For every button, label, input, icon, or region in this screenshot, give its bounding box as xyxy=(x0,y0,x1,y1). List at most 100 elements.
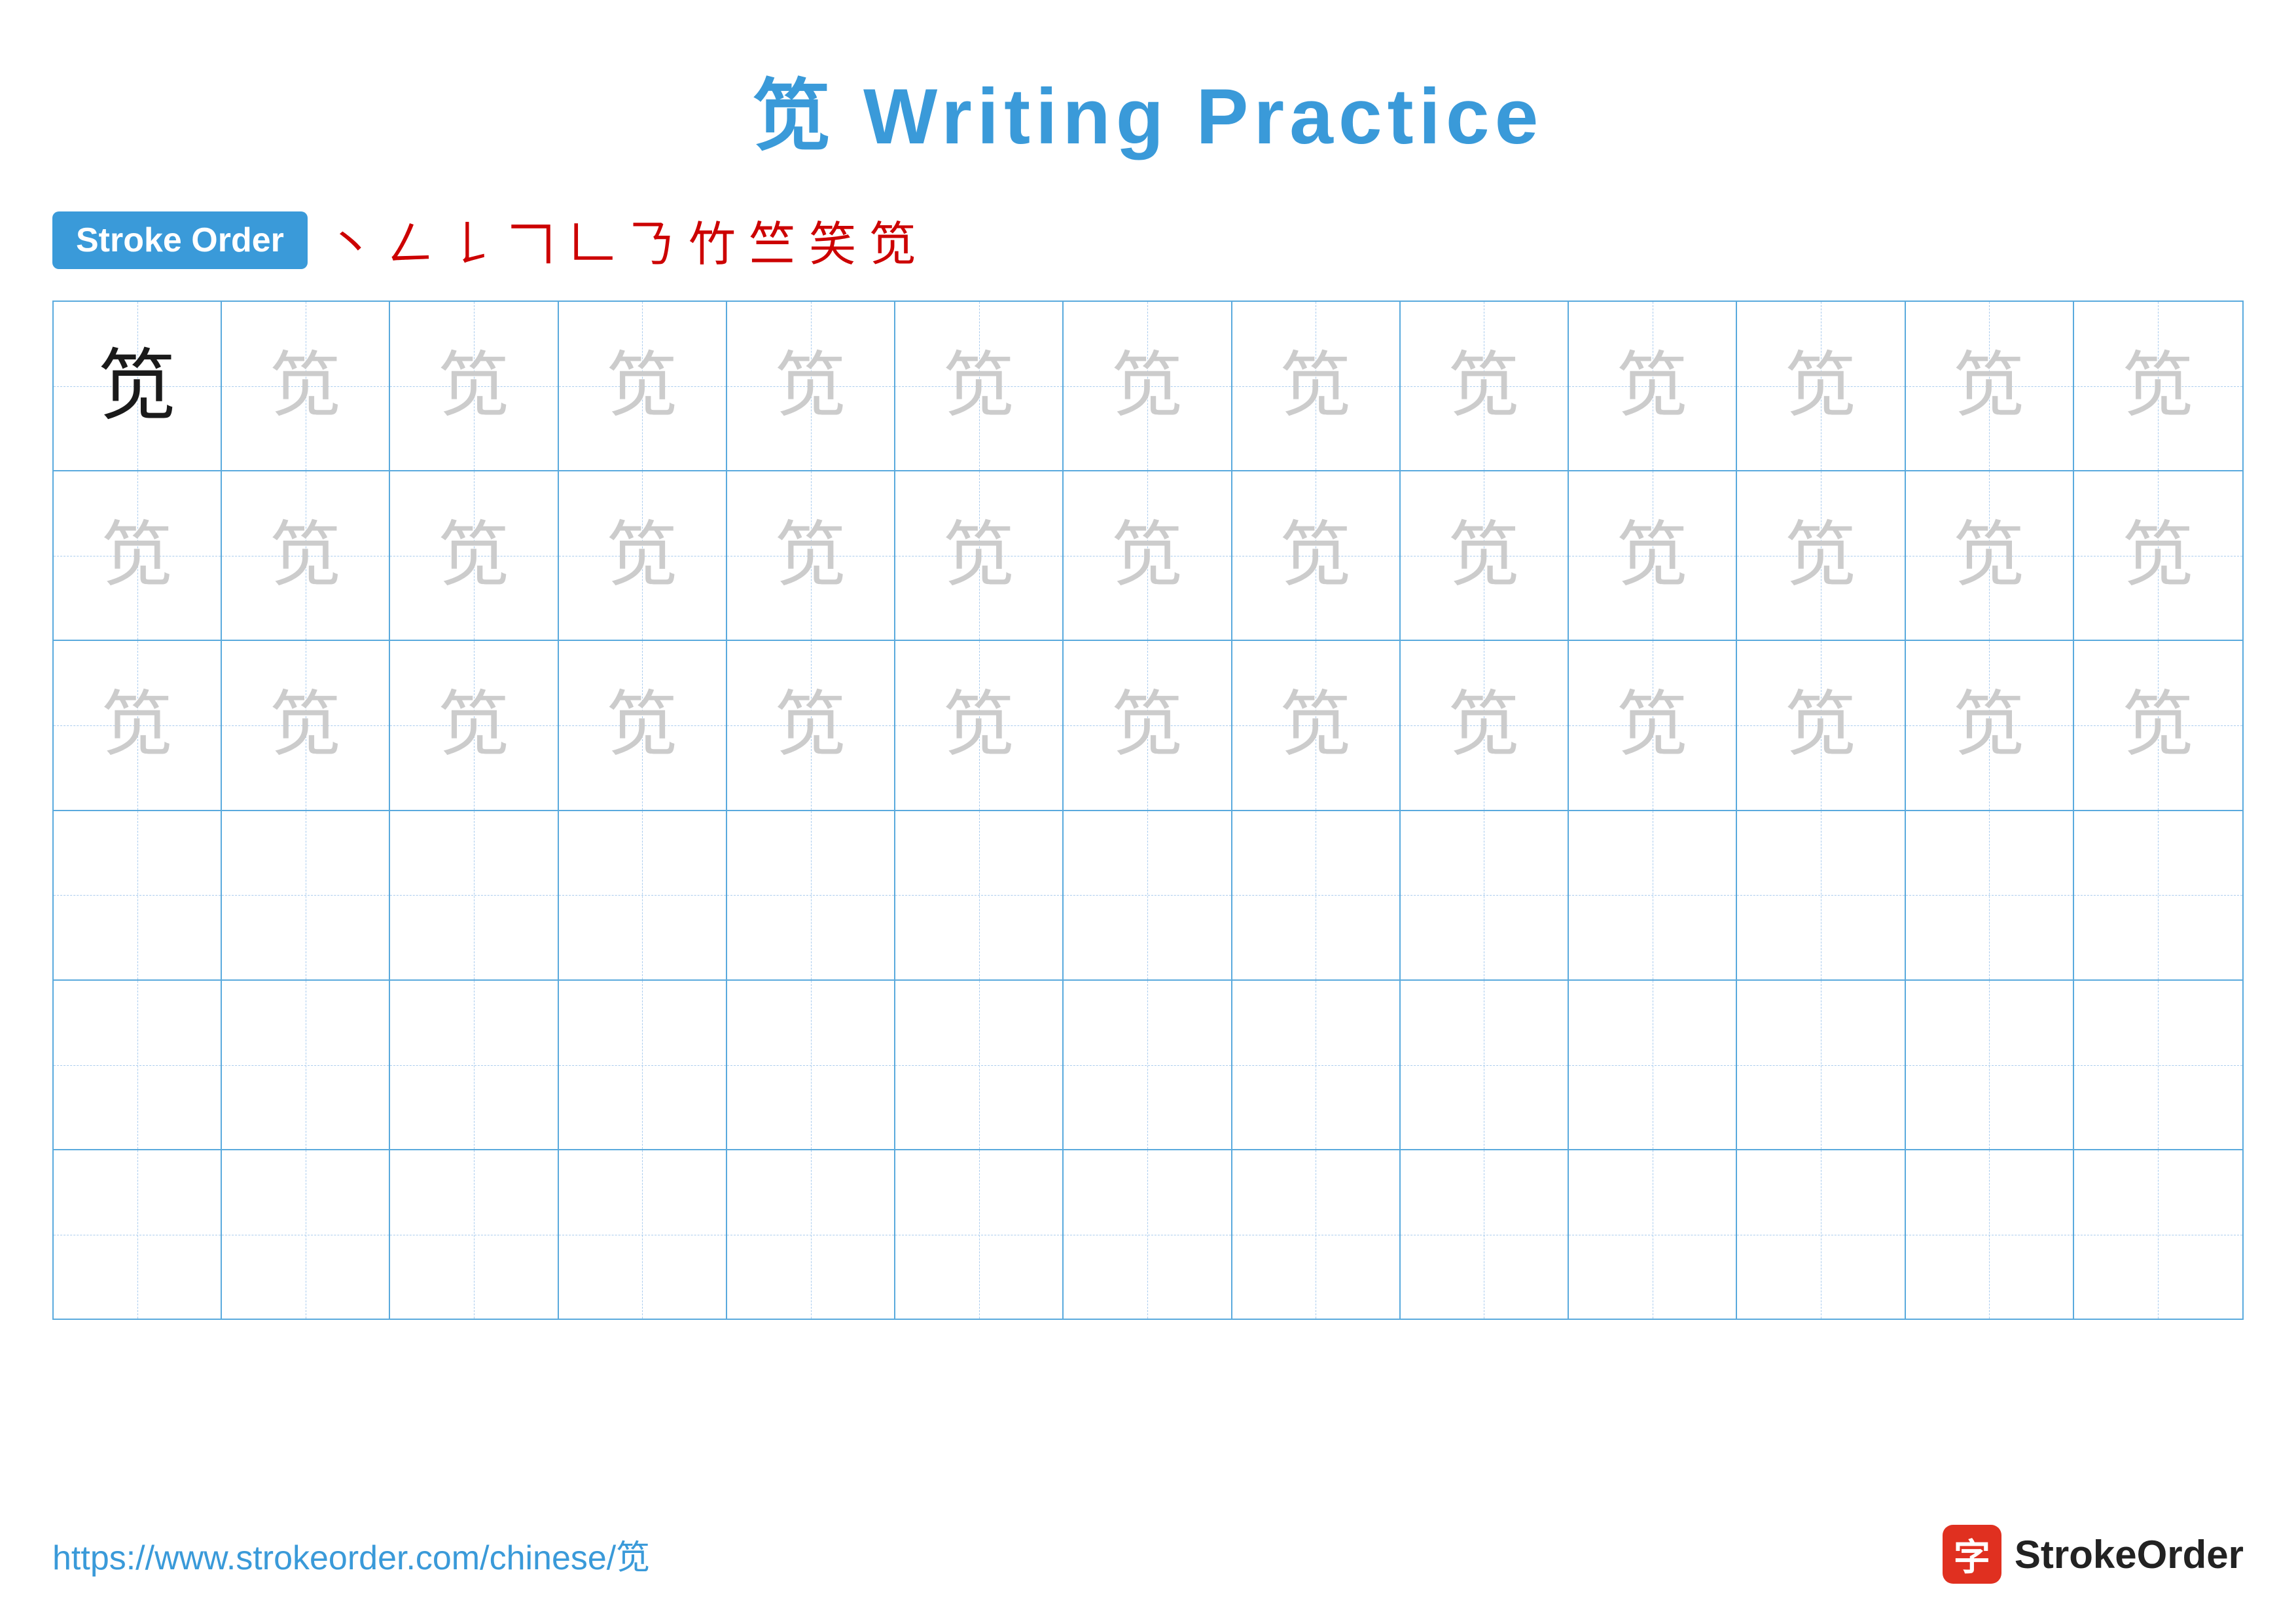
grid-cell-5-11[interactable] xyxy=(1737,981,1905,1149)
grid-cell-6-9[interactable] xyxy=(1401,1150,1569,1319)
grid-cell-5-8[interactable] xyxy=(1232,981,1401,1149)
grid-cell-3-2[interactable]: 笕 xyxy=(222,641,390,809)
grid-cell-2-12[interactable]: 笕 xyxy=(1906,471,2074,640)
grid-cell-4-13[interactable] xyxy=(2074,811,2242,979)
grid-cell-6-5[interactable] xyxy=(727,1150,895,1319)
grid-cell-3-1[interactable]: 笕 xyxy=(54,641,222,809)
grid-cell-1-10[interactable]: 笕 xyxy=(1569,302,1737,470)
grid-cell-2-11[interactable]: 笕 xyxy=(1737,471,1905,640)
grid-cell-3-4[interactable]: 笕 xyxy=(559,641,727,809)
char-light: 笕 xyxy=(1617,689,1689,761)
grid-cell-1-7[interactable]: 笕 xyxy=(1064,302,1232,470)
grid-row-4 xyxy=(54,811,2242,981)
grid-cell-5-9[interactable] xyxy=(1401,981,1569,1149)
char-light: 笕 xyxy=(1953,350,2025,422)
grid-cell-4-12[interactable] xyxy=(1906,811,2074,979)
grid-cell-2-8[interactable]: 笕 xyxy=(1232,471,1401,640)
grid-cell-6-7[interactable] xyxy=(1064,1150,1232,1319)
grid-cell-2-2[interactable]: 笕 xyxy=(222,471,390,640)
grid-cell-3-8[interactable]: 笕 xyxy=(1232,641,1401,809)
grid-cell-5-1[interactable] xyxy=(54,981,222,1149)
grid-cell-4-3[interactable] xyxy=(390,811,558,979)
grid-cell-5-2[interactable] xyxy=(222,981,390,1149)
grid-cell-5-6[interactable] xyxy=(895,981,1064,1149)
grid-cell-6-11[interactable] xyxy=(1737,1150,1905,1319)
grid-row-5 xyxy=(54,981,2242,1150)
grid-cell-1-4[interactable]: 笕 xyxy=(559,302,727,470)
grid-cell-3-5[interactable]: 笕 xyxy=(727,641,895,809)
grid-cell-6-1[interactable] xyxy=(54,1150,222,1319)
grid-cell-5-13[interactable] xyxy=(2074,981,2242,1149)
grid-cell-3-11[interactable]: 笕 xyxy=(1737,641,1905,809)
char-light: 笕 xyxy=(606,520,678,592)
grid-cell-1-13[interactable]: 笕 xyxy=(2074,302,2242,470)
char-light: 笕 xyxy=(1280,350,1352,422)
char-light: 笕 xyxy=(2122,689,2194,761)
stroke-chars: 丶 𠃋 𠄌 𠃍 𠃊 𠄎 竹 竺 笑 笕 xyxy=(327,206,916,274)
grid-cell-5-4[interactable] xyxy=(559,981,727,1149)
grid-cell-4-11[interactable] xyxy=(1737,811,1905,979)
grid-cell-1-5[interactable]: 笕 xyxy=(727,302,895,470)
grid-cell-3-9[interactable]: 笕 xyxy=(1401,641,1569,809)
grid-cell-6-10[interactable] xyxy=(1569,1150,1737,1319)
grid-cell-6-13[interactable] xyxy=(2074,1150,2242,1319)
stroke-2: 𠃋 xyxy=(387,206,435,274)
grid-cell-4-4[interactable] xyxy=(559,811,727,979)
grid-cell-1-3[interactable]: 笕 xyxy=(390,302,558,470)
grid-cell-1-6[interactable]: 笕 xyxy=(895,302,1064,470)
char-light: 笕 xyxy=(775,520,847,592)
grid-cell-1-1[interactable]: 笕 xyxy=(54,302,222,470)
char-light: 笕 xyxy=(1617,520,1689,592)
grid-cell-4-10[interactable] xyxy=(1569,811,1737,979)
grid-cell-5-10[interactable] xyxy=(1569,981,1737,1149)
grid-cell-3-3[interactable]: 笕 xyxy=(390,641,558,809)
grid-cell-1-12[interactable]: 笕 xyxy=(1906,302,2074,470)
grid-cell-5-5[interactable] xyxy=(727,981,895,1149)
grid-cell-2-10[interactable]: 笕 xyxy=(1569,471,1737,640)
grid-cell-6-8[interactable] xyxy=(1232,1150,1401,1319)
char-light: 笕 xyxy=(270,520,342,592)
stroke-order-badge: Stroke Order xyxy=(52,211,308,269)
char-light: 笕 xyxy=(438,350,510,422)
grid-cell-4-6[interactable] xyxy=(895,811,1064,979)
char-light: 笕 xyxy=(943,350,1015,422)
grid-cell-6-12[interactable] xyxy=(1906,1150,2074,1319)
grid-cell-6-6[interactable] xyxy=(895,1150,1064,1319)
grid-cell-6-4[interactable] xyxy=(559,1150,727,1319)
grid-cell-5-12[interactable] xyxy=(1906,981,2074,1149)
grid-cell-2-9[interactable]: 笕 xyxy=(1401,471,1569,640)
grid-cell-5-3[interactable] xyxy=(390,981,558,1149)
grid-cell-4-9[interactable] xyxy=(1401,811,1569,979)
footer-url[interactable]: https://www.strokeorder.com/chinese/笕 xyxy=(52,1530,650,1579)
grid-cell-2-6[interactable]: 笕 xyxy=(895,471,1064,640)
grid-cell-4-7[interactable] xyxy=(1064,811,1232,979)
grid-cell-5-7[interactable] xyxy=(1064,981,1232,1149)
grid-cell-2-7[interactable]: 笕 xyxy=(1064,471,1232,640)
grid-cell-6-3[interactable] xyxy=(390,1150,558,1319)
grid-cell-3-7[interactable]: 笕 xyxy=(1064,641,1232,809)
grid-cell-2-13[interactable]: 笕 xyxy=(2074,471,2242,640)
grid-cell-2-4[interactable]: 笕 xyxy=(559,471,727,640)
grid-cell-6-2[interactable] xyxy=(222,1150,390,1319)
grid-cell-4-5[interactable] xyxy=(727,811,895,979)
stroke-7: 竹 xyxy=(689,206,736,274)
char-light: 笕 xyxy=(101,689,173,761)
grid-cell-1-8[interactable]: 笕 xyxy=(1232,302,1401,470)
char-dark: 笕 xyxy=(98,347,177,426)
grid-cell-4-1[interactable] xyxy=(54,811,222,979)
grid-cell-1-2[interactable]: 笕 xyxy=(222,302,390,470)
practice-grid: 笕 笕 笕 笕 笕 笕 笕 笕 笕 笕 笕 笕 xyxy=(52,301,2244,1320)
grid-cell-2-3[interactable]: 笕 xyxy=(390,471,558,640)
grid-cell-2-5[interactable]: 笕 xyxy=(727,471,895,640)
grid-cell-1-11[interactable]: 笕 xyxy=(1737,302,1905,470)
grid-cell-1-9[interactable]: 笕 xyxy=(1401,302,1569,470)
grid-cell-3-10[interactable]: 笕 xyxy=(1569,641,1737,809)
grid-cell-2-1[interactable]: 笕 xyxy=(54,471,222,640)
logo-char: 字 xyxy=(1954,1528,1990,1581)
grid-row-1: 笕 笕 笕 笕 笕 笕 笕 笕 笕 笕 笕 笕 xyxy=(54,302,2242,471)
grid-cell-4-8[interactable] xyxy=(1232,811,1401,979)
grid-cell-3-13[interactable]: 笕 xyxy=(2074,641,2242,809)
grid-cell-4-2[interactable] xyxy=(222,811,390,979)
grid-cell-3-6[interactable]: 笕 xyxy=(895,641,1064,809)
grid-cell-3-12[interactable]: 笕 xyxy=(1906,641,2074,809)
